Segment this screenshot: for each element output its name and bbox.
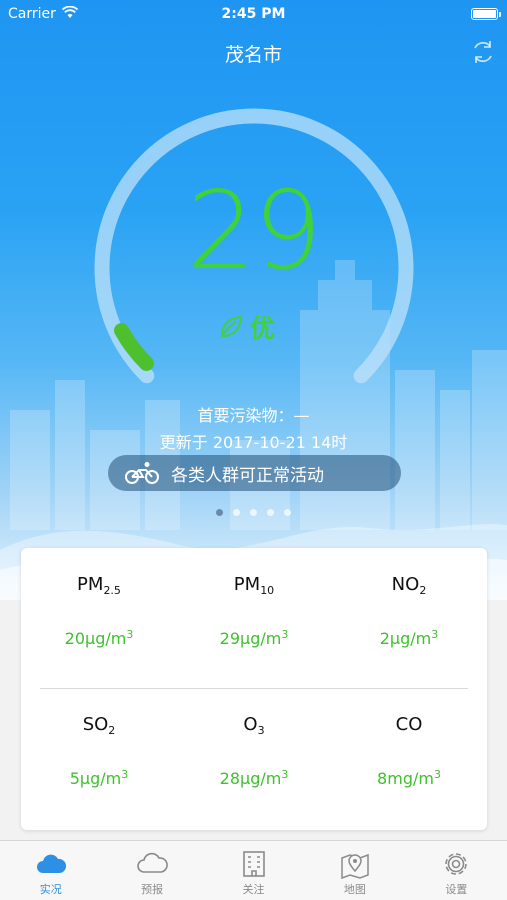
tab-bar: 实况 预报 关注 地图 设置 [0,840,507,900]
health-advice-pill: 各类人群可正常活动 [108,455,401,491]
health-advice-text: 各类人群可正常活动 [171,465,324,486]
bicycle-icon [125,462,159,484]
pollutant-value: 5μg/m3 [21,768,177,788]
pollutant-name-text: PM [77,574,104,595]
cloud-icon [36,854,66,873]
pollutant-name: PM10 [176,574,332,602]
tab-4[interactable]: 设置 [406,841,507,900]
card-divider [40,688,468,689]
pollutant-name-subscript: 3 [257,724,265,737]
tab-2[interactable]: 关注 [203,841,304,900]
pollutant-unit-superscript: 3 [121,768,129,781]
refresh-icon[interactable] [469,38,497,66]
tab-label: 实况 [39,883,62,896]
pollutant-unit-superscript: 3 [126,628,134,641]
page-dot[interactable] [284,509,291,516]
pollutant-cell[interactable]: NO2 2μg/m3 [331,574,487,648]
status-time: 2:45 PM [221,6,286,22]
page-dot[interactable] [233,509,240,516]
page-dot[interactable] [267,509,274,516]
pollutant-name: PM2.5 [21,574,177,602]
tab-label: 关注 [242,883,265,896]
building-icon [242,851,265,877]
tab-3[interactable]: 地图 [304,841,405,900]
pollutant-card: PM2.5 20μg/m3 PM10 29μg/m3 NO2 2μg/m3 SO2 5μg/m… [21,548,487,830]
page-dot[interactable] [216,509,223,516]
pollutant-name-text: SO [82,714,109,735]
page-dot[interactable] [250,509,257,516]
pollutant-value-text: 8mg/m [377,769,434,788]
pollutant-cell[interactable]: O3 28μg/m3 [176,714,332,788]
pollutant-name-text: PM [233,574,261,595]
pollutant-name-subscript: 2.5 [103,584,121,597]
pollutant-value-text: 2μg/m [379,629,432,648]
pollutant-unit-superscript: 3 [281,768,289,781]
pollutant-name: O3 [176,714,332,742]
pollutant-name-text: CO [395,714,423,735]
pollutant-name: NO2 [331,574,487,602]
pollutant-value: 8mg/m3 [331,768,487,788]
forecast-cloud-icon [137,852,168,873]
aqi-value: 29 [186,169,322,294]
pollutant-value-text: 5μg/m [69,769,122,788]
pollutant-cell[interactable]: CO 8mg/m3 [331,714,487,788]
pollutant-cell[interactable]: PM10 29μg/m3 [176,574,332,648]
pollutant-unit-superscript: 3 [431,628,439,641]
pollutant-name-subscript: 2 [108,724,116,737]
pollutant-value: 28μg/m3 [176,768,332,788]
pollutant-value: 20μg/m3 [21,628,177,648]
pollutant-value-text: 29μg/m [219,629,282,648]
pollutant-value: 2μg/m3 [331,628,487,648]
tab-label: 预报 [141,883,164,896]
pollutant-name-subscript: 2 [419,584,427,597]
pollutant-value-text: 20μg/m [64,629,127,648]
aqi-level: 优 [218,309,275,345]
pollutant-name: SO2 [21,714,177,742]
tab-label: 地图 [343,883,366,896]
pollutant-unit-superscript: 3 [281,628,289,641]
pollutant-value: 29μg/m3 [176,628,332,648]
pollutant-cell[interactable]: SO2 5μg/m3 [21,714,177,788]
pollutant-name: CO [331,714,487,742]
map-pin-icon [341,853,369,879]
leaf-icon [220,315,243,338]
tab-label: 设置 [445,883,468,896]
pollutant-value-text: 28μg/m [219,769,282,788]
aqi-level-label: 优 [250,314,276,343]
tab-1[interactable]: 预报 [101,841,202,900]
update-time: 更新于 2017-10-21 14时 [159,433,348,452]
primary-pollutant: 首要污染物：— [197,406,310,425]
gear-icon [445,853,468,875]
pollutant-name-text: O [243,714,258,735]
pollutant-unit-superscript: 3 [433,768,441,781]
battery-icon [471,8,501,20]
pollutant-name-subscript: 10 [260,584,275,597]
page-indicator[interactable] [0,509,507,516]
status-bar: Carrier 2:45 PM [0,0,507,28]
tab-0[interactable]: 实况 [0,841,101,900]
city-title: 茂名市 [224,44,282,66]
pollutant-cell[interactable]: PM2.5 20μg/m3 [21,574,177,648]
pollutant-name-text: NO [391,574,420,595]
